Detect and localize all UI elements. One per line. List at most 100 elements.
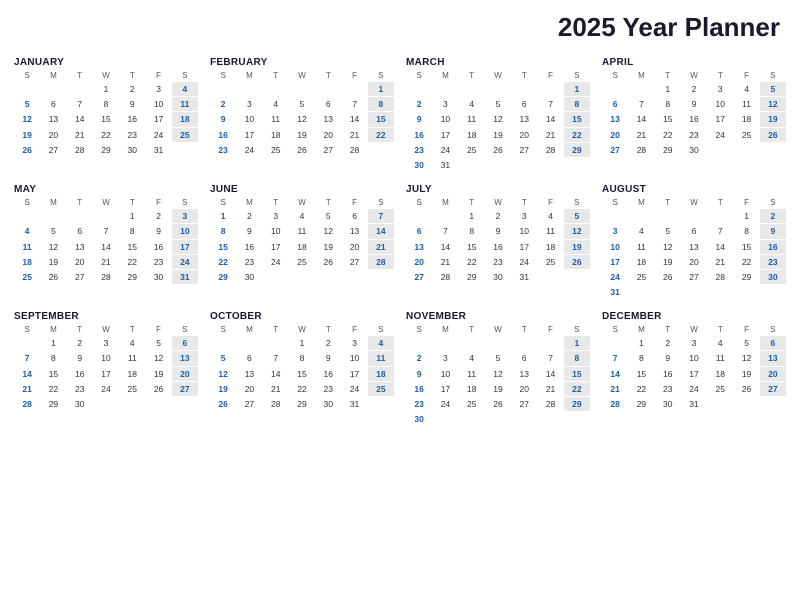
day-cell: 5 xyxy=(760,82,786,96)
day-cell xyxy=(733,397,759,411)
day-cell: 7 xyxy=(341,97,367,111)
day-cell: 25 xyxy=(459,143,485,157)
day-cell: 21 xyxy=(537,128,563,142)
day-cell: 29 xyxy=(119,270,145,284)
day-cell: 26 xyxy=(655,270,681,284)
day-header: S xyxy=(602,197,628,208)
day-cell: 28 xyxy=(707,270,733,284)
day-header: S xyxy=(368,70,394,81)
day-headers: SMTWTFS xyxy=(210,197,394,208)
day-cell: 12 xyxy=(14,112,40,126)
week-row: 18192021222324 xyxy=(14,255,198,269)
week-row: 2345678 xyxy=(210,97,394,111)
week-row: 891011121314 xyxy=(210,224,394,238)
day-header: T xyxy=(511,70,537,81)
week-row: 24252627282930 xyxy=(602,270,786,284)
day-cell: 3 xyxy=(341,336,367,350)
day-cell xyxy=(67,82,93,96)
day-cell: 23 xyxy=(406,143,432,157)
week-row: 14151617181920 xyxy=(602,367,786,381)
day-cell: 18 xyxy=(707,367,733,381)
day-cell: 18 xyxy=(119,367,145,381)
day-cell: 13 xyxy=(602,112,628,126)
day-cell xyxy=(368,143,394,157)
day-cell: 14 xyxy=(14,367,40,381)
day-cell: 21 xyxy=(537,382,563,396)
day-cell: 20 xyxy=(172,367,198,381)
day-header: M xyxy=(432,324,458,335)
day-header: F xyxy=(341,324,367,335)
day-cell: 22 xyxy=(628,382,654,396)
day-cell xyxy=(760,397,786,411)
day-cell: 5 xyxy=(485,351,511,365)
day-cell: 17 xyxy=(341,367,367,381)
month-name: NOVEMBER xyxy=(406,311,590,322)
day-cell: 9 xyxy=(406,112,432,126)
month-name: SEPTEMBER xyxy=(14,311,198,322)
day-header: M xyxy=(40,197,66,208)
day-cell: 28 xyxy=(341,143,367,157)
month-block-february: FEBRUARYSMTWTFS1234567891011121314151617… xyxy=(206,53,398,176)
day-header: F xyxy=(537,324,563,335)
day-header: W xyxy=(93,197,119,208)
day-cell: 24 xyxy=(236,143,262,157)
day-cell xyxy=(537,158,563,172)
day-cell: 1 xyxy=(289,336,315,350)
day-cell: 16 xyxy=(406,382,432,396)
day-cell: 3 xyxy=(602,224,628,238)
day-headers: SMTWTFS xyxy=(602,197,786,208)
day-cell: 27 xyxy=(236,397,262,411)
day-cell: 16 xyxy=(681,112,707,126)
day-cell: 25 xyxy=(289,255,315,269)
day-cell: 2 xyxy=(760,209,786,223)
week-row: 16171819202122 xyxy=(210,128,394,142)
day-cell: 25 xyxy=(119,382,145,396)
day-cell: 30 xyxy=(485,270,511,284)
day-cell: 23 xyxy=(236,255,262,269)
month-block-december: DECEMBERSMTWTFS1234567891011121314151617… xyxy=(598,307,790,430)
week-row: 9101112131415 xyxy=(406,367,590,381)
day-cell xyxy=(40,209,66,223)
day-cell: 19 xyxy=(564,240,590,254)
day-cell xyxy=(172,397,198,411)
day-cell: 28 xyxy=(67,143,93,157)
day-cell: 23 xyxy=(145,255,171,269)
day-cell: 7 xyxy=(707,224,733,238)
day-cell: 10 xyxy=(263,224,289,238)
day-cell: 12 xyxy=(145,351,171,365)
month-name: JANUARY xyxy=(14,57,198,68)
day-cell: 24 xyxy=(432,143,458,157)
day-cell: 4 xyxy=(368,336,394,350)
day-cell xyxy=(368,270,394,284)
day-cell: 9 xyxy=(145,224,171,238)
week-row: 567891011 xyxy=(14,97,198,111)
day-cell: 31 xyxy=(145,143,171,157)
day-header: S xyxy=(172,197,198,208)
day-cell xyxy=(432,82,458,96)
weeks: 1234567891011121314151617181920212223242… xyxy=(14,82,198,157)
day-cell: 17 xyxy=(432,128,458,142)
day-cell: 9 xyxy=(485,224,511,238)
day-cell: 23 xyxy=(760,255,786,269)
week-row: 123456 xyxy=(14,336,198,350)
day-cell: 18 xyxy=(733,112,759,126)
day-cell xyxy=(119,397,145,411)
day-cell: 23 xyxy=(67,382,93,396)
day-header: F xyxy=(733,197,759,208)
week-row: 78910111213 xyxy=(14,351,198,365)
day-cell: 1 xyxy=(655,82,681,96)
day-cell: 31 xyxy=(341,397,367,411)
day-header: W xyxy=(485,197,511,208)
day-cell: 19 xyxy=(485,382,511,396)
day-cell xyxy=(263,270,289,284)
day-cell: 22 xyxy=(459,255,485,269)
day-cell: 15 xyxy=(119,240,145,254)
week-row: 9101112131415 xyxy=(406,112,590,126)
day-cell: 28 xyxy=(93,270,119,284)
day-cell: 2 xyxy=(406,351,432,365)
day-cell: 25 xyxy=(628,270,654,284)
day-cell: 9 xyxy=(210,112,236,126)
day-cell xyxy=(145,397,171,411)
day-cell xyxy=(628,82,654,96)
day-cell: 5 xyxy=(14,97,40,111)
